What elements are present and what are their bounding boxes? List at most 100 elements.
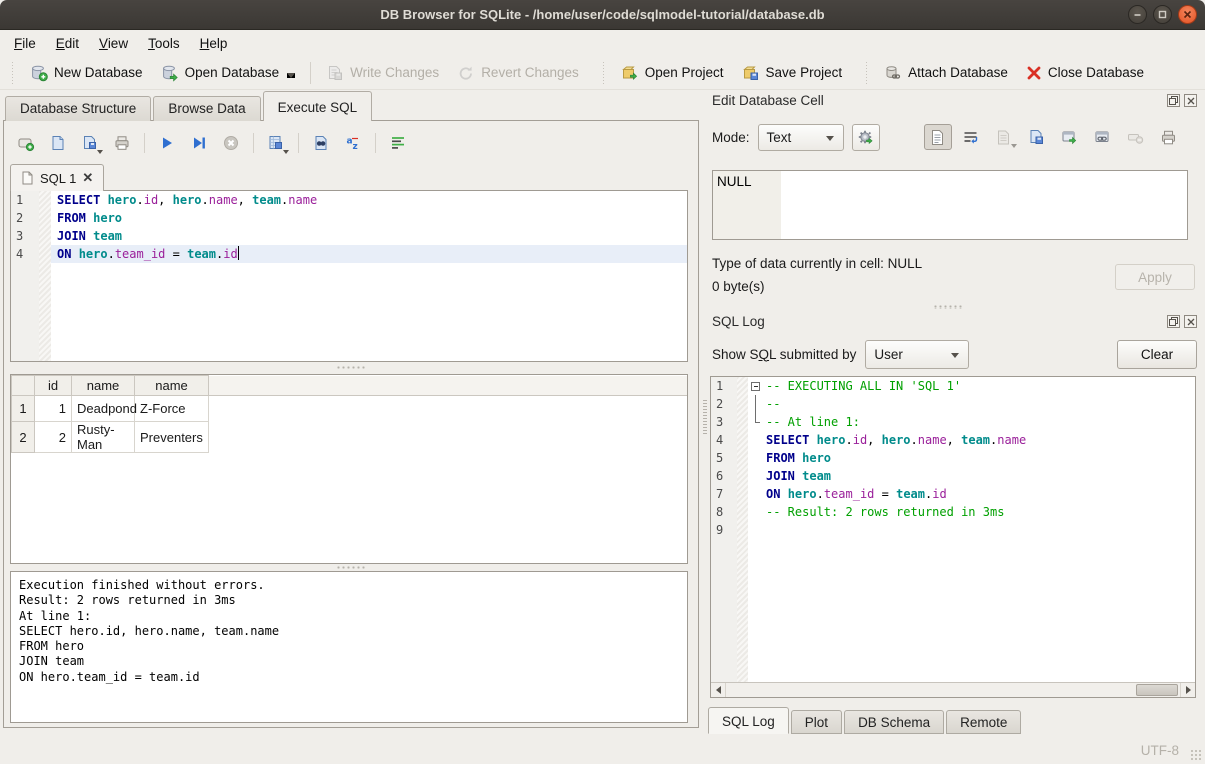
filter-label: Show SQL submitted by	[712, 347, 856, 362]
mode-select[interactable]: Text	[758, 124, 844, 151]
open-project-button[interactable]: Open Project	[612, 60, 733, 86]
tab-browse-data[interactable]: Browse Data	[153, 96, 260, 121]
panel-splitter[interactable]	[703, 400, 707, 436]
scroll-left-button[interactable]	[711, 683, 726, 697]
scroll-right-button[interactable]	[1180, 683, 1195, 697]
sql-editor[interactable]: 1 SELECT hero.id, hero.name, team.name 2…	[10, 190, 688, 362]
log-line: 8 -- Result: 2 rows returned in 3ms	[711, 503, 1195, 521]
column-header-id[interactable]: id	[35, 376, 72, 396]
open-database-menu-arrow-icon[interactable]	[287, 73, 295, 78]
print-cell-button[interactable]	[1155, 124, 1183, 150]
set-null-button[interactable]	[1122, 124, 1150, 150]
open-sql-file-button[interactable]	[44, 130, 72, 156]
toolbar-handle[interactable]	[865, 62, 870, 84]
horizontal-scrollbar[interactable]	[711, 682, 1195, 697]
menu-tools[interactable]: Tools	[138, 32, 190, 55]
dock-tab-remote[interactable]: Remote	[946, 710, 1021, 734]
toolbar-handle[interactable]	[602, 62, 607, 84]
auto-switch-mode-button[interactable]	[852, 124, 880, 151]
execute-line-button[interactable]	[185, 130, 213, 156]
splitter-editor-results[interactable]	[4, 364, 698, 371]
close-button[interactable]	[1178, 5, 1197, 24]
close-panel-button[interactable]	[1184, 315, 1197, 328]
word-wrap-button[interactable]	[384, 130, 412, 156]
dock-tab-db-schema[interactable]: DB Schema	[844, 710, 944, 734]
close-panel-button[interactable]	[1184, 94, 1197, 107]
import-data-button[interactable]	[990, 124, 1018, 150]
find-button[interactable]	[307, 130, 335, 156]
open-database-label: Open Database	[185, 65, 280, 80]
log-line: 6 JOIN team	[711, 467, 1195, 485]
new-sql-tab-icon	[17, 134, 35, 152]
cell-name[interactable]: Rusty-Man	[72, 422, 135, 453]
stop-button[interactable]	[217, 130, 245, 156]
corner-header[interactable]	[12, 376, 35, 396]
mode-value: Text	[767, 130, 792, 145]
header-filler	[209, 376, 688, 396]
new-sql-tab-button[interactable]	[12, 130, 40, 156]
float-panel-button[interactable]	[1167, 94, 1180, 107]
cell-id[interactable]: 1	[35, 396, 72, 422]
dock-tab-plot[interactable]: Plot	[791, 710, 842, 734]
code-format-button[interactable]: a z	[339, 130, 367, 156]
save-sql-file-button[interactable]	[76, 130, 104, 156]
save-project-button[interactable]: Save Project	[733, 60, 852, 86]
apply-button[interactable]: Apply	[1115, 264, 1195, 290]
resize-grip-icon[interactable]	[1190, 749, 1202, 761]
write-changes-button[interactable]: Write Changes	[317, 60, 448, 86]
revert-changes-button[interactable]: Revert Changes	[448, 60, 588, 86]
new-database-button[interactable]: New Database	[21, 60, 152, 86]
save-results-button[interactable]	[262, 130, 290, 156]
cell-id[interactable]: 2	[35, 422, 72, 453]
menu-edit[interactable]: Edit	[46, 32, 89, 55]
menu-file[interactable]: File	[4, 32, 46, 55]
tab-execute-sql[interactable]: Execute SQL	[263, 91, 373, 121]
execution-message-panel[interactable]: Execution finished without errors. Resul…	[10, 571, 688, 723]
encoding-indicator[interactable]: UTF-8	[1141, 743, 1179, 758]
close-database-button[interactable]: Close Database	[1017, 61, 1153, 85]
fold-marker[interactable]	[748, 377, 764, 395]
tab-database-structure[interactable]: Database Structure	[5, 96, 151, 121]
word-wrap-button[interactable]	[957, 124, 985, 150]
sql-log-view[interactable]: 1 -- EXECUTING ALL IN 'SQL 1' 2 -- 3 -- …	[710, 376, 1196, 698]
menu-view[interactable]: View	[89, 32, 138, 55]
open-external-button[interactable]	[1056, 124, 1084, 150]
dock-tabbar: SQL Log Plot DB Schema Remote	[708, 707, 1023, 734]
message-line: ON hero.team_id = team.id	[19, 670, 679, 685]
close-sql-tab-icon[interactable]: ✕	[82, 170, 93, 186]
open-database-button[interactable]: Open Database	[152, 60, 305, 86]
text-mode-button[interactable]	[924, 124, 952, 150]
menu-help[interactable]: Help	[190, 32, 238, 55]
attach-database-button[interactable]: Attach Database	[875, 60, 1017, 86]
scrollbar-thumb[interactable]	[1136, 684, 1178, 696]
cell-name2[interactable]: Preventers	[135, 422, 209, 453]
print-icon	[113, 134, 131, 152]
dock-tab-sql-log[interactable]: SQL Log	[708, 707, 789, 734]
column-header-name[interactable]: name	[72, 376, 135, 396]
sql-file-tab[interactable]: SQL 1 ✕	[10, 164, 104, 191]
column-header-name2[interactable]: name	[135, 376, 209, 396]
splitter-cell-log[interactable]	[933, 305, 963, 309]
message-line: FROM hero	[19, 639, 679, 654]
maximize-button[interactable]	[1153, 5, 1172, 24]
float-panel-button[interactable]	[1167, 315, 1180, 328]
row-header[interactable]: 2	[12, 422, 35, 453]
row-header[interactable]: 1	[12, 396, 35, 422]
print-sql-button[interactable]	[108, 130, 136, 156]
save-results-menu-arrow-icon[interactable]	[283, 150, 289, 154]
save-sql-menu-arrow-icon[interactable]	[97, 150, 103, 154]
cell-value-editor[interactable]: NULL	[712, 170, 1188, 240]
cell-type-info: Type of data currently in cell: NULL	[712, 256, 922, 271]
cell-name2[interactable]: Z-Force	[135, 396, 209, 422]
clear-log-button[interactable]: Clear	[1117, 340, 1197, 369]
link-button[interactable]	[1089, 124, 1117, 150]
log-filter-select[interactable]: User	[865, 340, 969, 369]
cell-name[interactable]: Deadpond	[72, 396, 135, 422]
execute-all-button[interactable]	[153, 130, 181, 156]
log-line: 7 ON hero.team_id = team.id	[711, 485, 1195, 503]
splitter-results-message[interactable]	[4, 564, 698, 571]
minimize-button[interactable]	[1128, 5, 1147, 24]
export-data-button[interactable]	[1023, 124, 1051, 150]
toolbar-handle[interactable]	[11, 62, 16, 84]
log-line: 5 FROM hero	[711, 449, 1195, 467]
